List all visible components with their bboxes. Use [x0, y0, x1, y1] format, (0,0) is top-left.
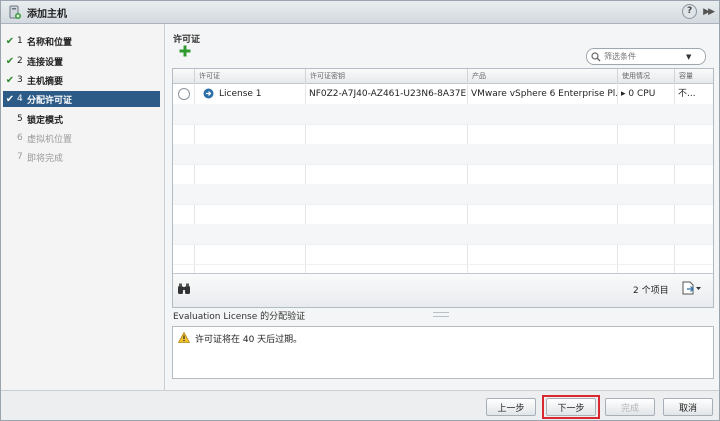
step-name-location[interactable]: ✔ 1 名称和位置: [3, 33, 160, 49]
license-usage: 0 CPU: [628, 89, 656, 99]
binoculars-icon[interactable]: [177, 283, 191, 295]
evaluation-panel: 许可证将在 40 天后过期。: [172, 326, 714, 379]
license-product: VMware vSphere 6 Enterprise Pl...: [471, 89, 617, 99]
step-assign-license[interactable]: ✔ 4 分配许可证: [3, 91, 160, 107]
main-panel: 许可证 ▼ 许可证 许可证密钥 产品 使用情况 容量: [165, 24, 719, 390]
next-button[interactable]: 下一步: [546, 398, 596, 416]
export-icon[interactable]: [681, 281, 701, 295]
grid-footer: 2 个项目: [173, 273, 713, 307]
help-icon[interactable]: ?: [682, 4, 698, 19]
splitter-grip[interactable]: [433, 312, 449, 317]
evaluation-message: 许可证将在 40 天后过期。: [195, 335, 303, 345]
dialog-footer: 上一步 下一步 完成 取消: [1, 390, 719, 420]
finish-button: 完成: [605, 398, 655, 416]
expand-icon[interactable]: ▶▶: [703, 7, 715, 17]
check-icon: ✔: [5, 35, 15, 47]
column-header-usage[interactable]: 使用情况: [617, 69, 674, 83]
warning-icon: [178, 332, 190, 343]
grid-header: 许可证 许可证密钥 产品 使用情况 容量: [173, 69, 713, 84]
empty-row: [173, 244, 713, 265]
empty-row: [173, 144, 713, 165]
search-icon: [591, 51, 601, 61]
column-header-license[interactable]: 许可证: [194, 69, 305, 83]
step-connection-settings[interactable]: ✔ 2 连接设置: [3, 53, 160, 69]
back-button[interactable]: 上一步: [486, 398, 536, 416]
column-header-capacity[interactable]: 容量: [674, 69, 713, 83]
cancel-button[interactable]: 取消: [663, 398, 713, 416]
empty-row: [173, 184, 713, 205]
step-host-summary[interactable]: ✔ 3 主机摘要: [3, 72, 160, 88]
check-icon: ✔: [5, 55, 15, 67]
add-license-icon[interactable]: [178, 44, 192, 58]
license-capacity: 不...: [678, 89, 696, 99]
empty-row: [173, 204, 713, 225]
empty-row: [173, 164, 713, 185]
empty-row: [173, 104, 713, 125]
license-grid: 许可证 许可证密钥 产品 使用情况 容量 License 1 NF0Z2-A7J…: [172, 68, 714, 308]
filter-box[interactable]: ▼: [586, 48, 706, 65]
empty-row: [173, 124, 713, 145]
license-key: NF0Z2-A7J40-AZ461-U23N6-8A37E: [309, 89, 467, 99]
expand-row-icon[interactable]: ▸: [621, 89, 626, 99]
step-ready-to-complete: 7 即将完成: [17, 152, 64, 164]
license-name: License 1: [219, 89, 262, 99]
add-host-dialog: 添加主机 ? ▶▶ ✔ 1 名称和位置 ✔ 2 连接设置 ✔ 3 主机摘要 ✔ …: [0, 0, 720, 421]
item-count: 2 个项目: [633, 286, 669, 296]
wizard-steps: ✔ 1 名称和位置 ✔ 2 连接设置 ✔ 3 主机摘要 ✔ 4 分配许可证 5 …: [1, 24, 165, 390]
evaluation-title: Evaluation License 的分配验证: [173, 312, 306, 322]
filter-input[interactable]: [604, 52, 682, 61]
host-icon: [9, 5, 21, 19]
step-vm-location: 6 虚拟机位置: [17, 133, 73, 145]
license-icon: [203, 88, 214, 99]
title-bar: 添加主机 ? ▶▶: [1, 1, 719, 24]
table-row[interactable]: License 1 NF0Z2-A7J40-AZ461-U23N6-8A37E …: [173, 84, 713, 105]
empty-row: [173, 224, 713, 245]
check-icon: ✔: [5, 74, 15, 86]
step-lockdown-mode[interactable]: 5 锁定模式: [3, 111, 160, 127]
check-icon: ✔: [5, 93, 15, 105]
dialog-title: 添加主机: [27, 8, 67, 20]
row-radio[interactable]: [178, 88, 190, 100]
column-header-product[interactable]: 产品: [467, 69, 617, 83]
chevron-down-icon[interactable]: ▼: [686, 53, 691, 61]
column-header-key[interactable]: 许可证密钥: [305, 69, 467, 83]
